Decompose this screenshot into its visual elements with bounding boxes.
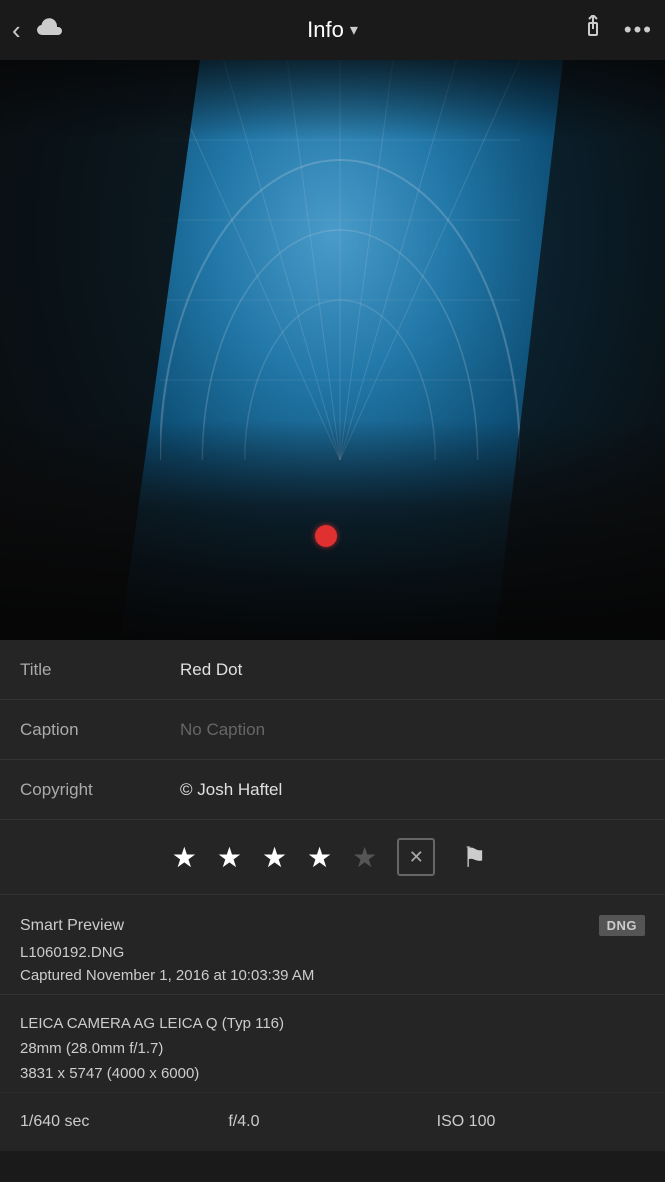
filename: L1060192.DNG — [20, 944, 645, 961]
header: ‹ Info ▾ ••• — [0, 0, 665, 60]
smart-preview-section: Smart Preview DNG L1060192.DNG Captured … — [0, 895, 665, 995]
info-panel: Title Red Dot Caption No Caption Copyrig… — [0, 640, 665, 1151]
caption-value[interactable]: No Caption — [180, 720, 645, 740]
smart-preview-row: Smart Preview DNG — [20, 915, 645, 936]
title-label: Title — [20, 660, 180, 680]
arch-top-overlay — [0, 60, 665, 140]
copyright-value[interactable]: © Josh Haftel — [180, 780, 645, 800]
chevron-down-icon[interactable]: ▾ — [350, 20, 358, 40]
header-center: Info ▾ — [307, 17, 358, 43]
flag-icon: ⚑ — [462, 841, 487, 874]
star-2[interactable]: ★ — [217, 841, 242, 874]
photo-container — [0, 60, 665, 640]
red-dot — [315, 525, 337, 547]
copyright-row: Copyright © Josh Haftel — [0, 760, 665, 820]
more-options-icon[interactable]: ••• — [624, 17, 653, 43]
dng-badge: DNG — [599, 915, 645, 936]
info-label: Info — [307, 17, 344, 43]
pick-flag[interactable]: ⚑ — [455, 838, 493, 876]
x-icon: ✕ — [409, 847, 424, 868]
star-5[interactable]: ★ — [352, 841, 377, 874]
stars-row: ★ ★ ★ ★ ★ ✕ ⚑ — [0, 820, 665, 895]
aperture: f/4.0 — [228, 1113, 436, 1131]
camera-resolution: 3831 x 5747 (4000 x 6000) — [20, 1065, 645, 1082]
star-4[interactable]: ★ — [307, 841, 332, 874]
camera-model: LEICA CAMERA AG LEICA Q (Typ 116) — [20, 1015, 645, 1032]
iso: ISO 100 — [437, 1113, 645, 1131]
title-row: Title Red Dot — [0, 640, 665, 700]
camera-section: LEICA CAMERA AG LEICA Q (Typ 116) 28mm (… — [0, 995, 665, 1093]
exposure-row: 1/640 sec f/4.0 ISO 100 — [0, 1093, 665, 1151]
reject-flag[interactable]: ✕ — [397, 838, 435, 876]
caption-label: Caption — [20, 720, 180, 740]
captured-date: Captured November 1, 2016 at 10:03:39 AM — [20, 967, 645, 984]
star-1[interactable]: ★ — [172, 841, 197, 874]
copyright-label: Copyright — [20, 780, 180, 800]
header-right: ••• — [582, 15, 653, 46]
back-button[interactable]: ‹ — [12, 17, 21, 43]
star-3[interactable]: ★ — [262, 841, 287, 874]
camera-lens: 28mm (28.0mm f/1.7) — [20, 1040, 645, 1057]
caption-row: Caption No Caption — [0, 700, 665, 760]
cloud-icon[interactable] — [37, 17, 63, 43]
shutter-speed: 1/640 sec — [20, 1113, 228, 1131]
header-left: ‹ — [12, 17, 63, 43]
smart-preview-label: Smart Preview — [20, 917, 124, 935]
photo-background — [0, 60, 665, 640]
title-value[interactable]: Red Dot — [180, 660, 645, 680]
share-icon[interactable] — [582, 15, 604, 46]
